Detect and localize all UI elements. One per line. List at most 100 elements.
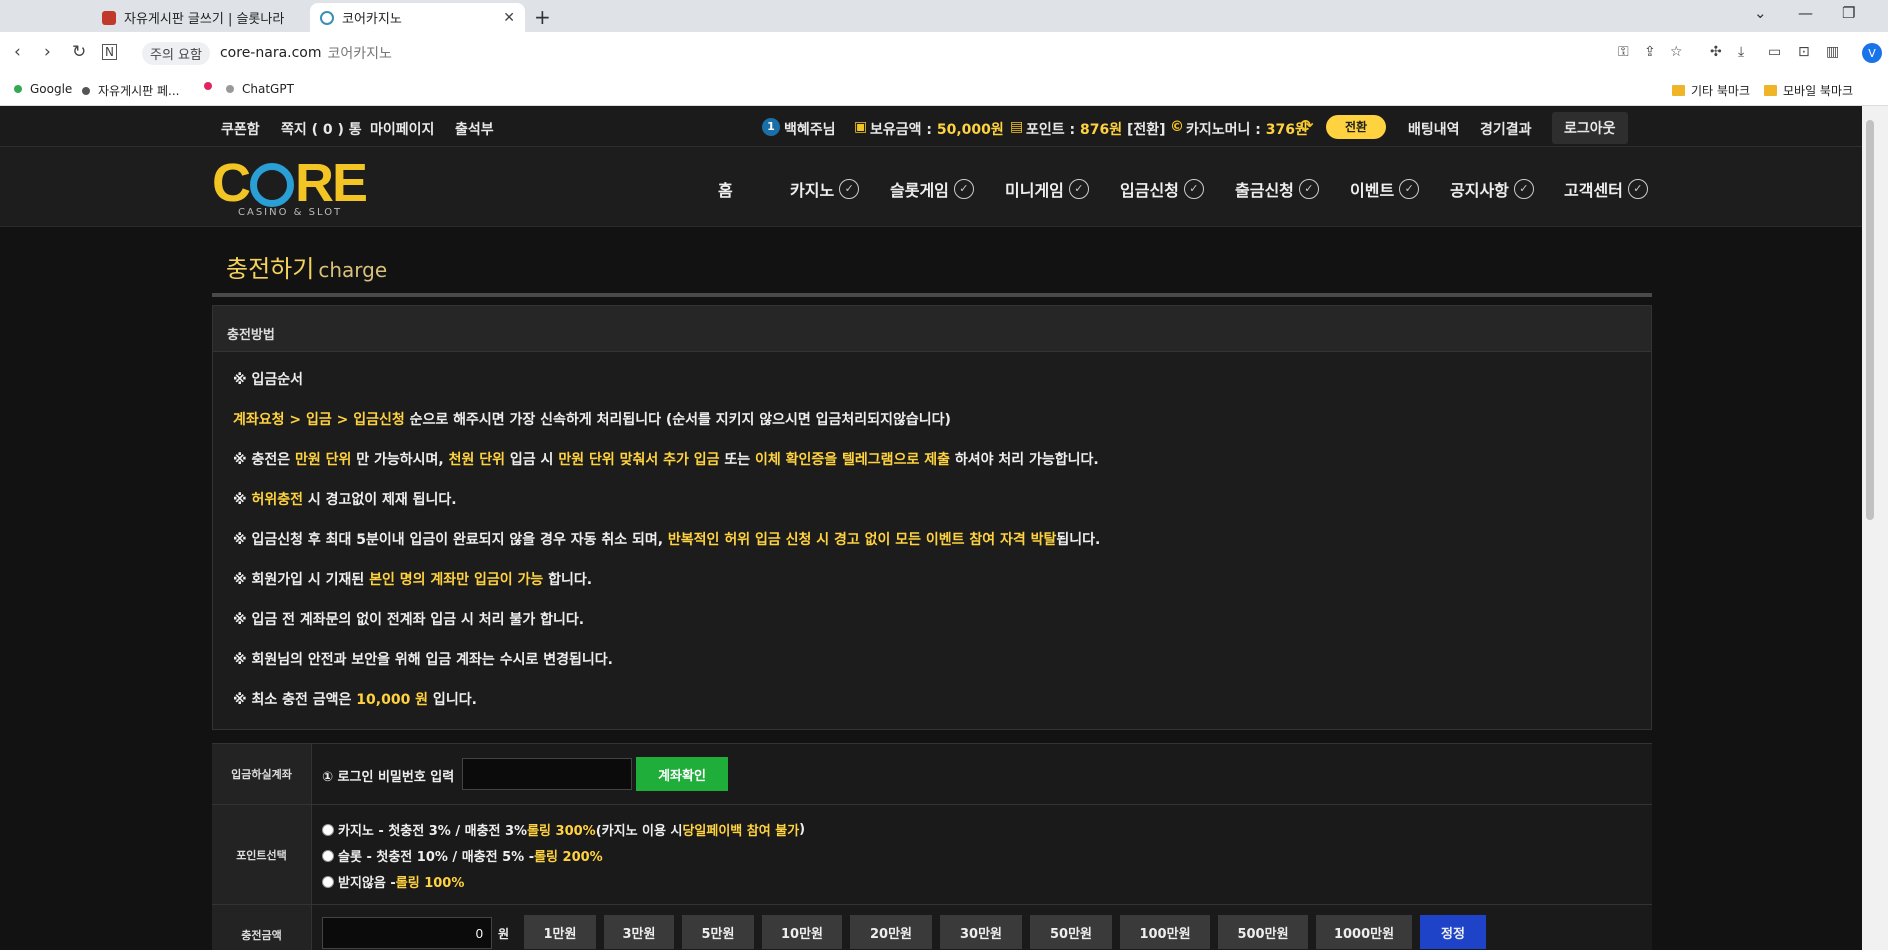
mypage-link[interactable]: 마이페이지 bbox=[370, 119, 434, 139]
nav-support[interactable]: 고객센터 ✓ bbox=[1564, 177, 1648, 201]
balance: 보유금액 : 50,000원 bbox=[870, 122, 1004, 138]
core-logo[interactable]: C RE CASINO & SLOT bbox=[212, 156, 372, 221]
download-icon[interactable]: ⤓ bbox=[1738, 44, 1744, 60]
password-input[interactable] bbox=[462, 758, 632, 790]
amount-100k-button[interactable]: 10만원 bbox=[762, 915, 842, 949]
bookmark-folder-mobile[interactable]: 모바일 북마크 bbox=[1764, 82, 1853, 99]
bookmark-chatgpt[interactable]: ChatGPT bbox=[226, 82, 294, 96]
bookmark-red[interactable] bbox=[204, 82, 220, 90]
reset-button[interactable]: 정정 bbox=[1420, 915, 1486, 949]
account-row: 입금하실계좌 ① 로그인 비밀번호 입력 계좌확인 bbox=[212, 743, 1652, 805]
point-option-casino[interactable]: 카지노 - 첫충전 3% / 매충전 3% 롤링 300% (카지노 이용 시 … bbox=[322, 820, 805, 839]
wallet-icon: ▣ bbox=[854, 119, 868, 135]
chevron-down-icon: ✓ bbox=[1183, 179, 1204, 199]
tab-corecasino[interactable]: 코어카지노 ✕ bbox=[310, 3, 525, 32]
nav-notice[interactable]: 공지사항 ✓ bbox=[1450, 177, 1534, 201]
minimize-icon[interactable]: — bbox=[1798, 4, 1813, 22]
point-icon: ▤ bbox=[1010, 119, 1024, 135]
point-convert-link[interactable]: [전환] bbox=[1127, 122, 1166, 138]
radio-button[interactable] bbox=[322, 823, 334, 836]
url-text: core-nara.com bbox=[219, 45, 322, 61]
chevron-down-icon: ✓ bbox=[839, 179, 860, 199]
chevron-down-icon: ✓ bbox=[1627, 179, 1648, 199]
amount-10m-button[interactable]: 1000만원 bbox=[1316, 915, 1412, 949]
amount-10k-button[interactable]: 1만원 bbox=[524, 915, 596, 949]
scrollbar-thumb[interactable] bbox=[1866, 120, 1874, 520]
tab-search-icon[interactable]: ⌄ bbox=[1754, 4, 1767, 22]
point-option-none[interactable]: 받지않음 - 롤링 100% bbox=[322, 872, 464, 891]
results-link[interactable]: 경기결과 bbox=[1480, 119, 1532, 139]
amount-input[interactable] bbox=[322, 917, 492, 949]
favorite-icon[interactable]: ☆ bbox=[1670, 44, 1683, 60]
tab-label: 자유게시판 글쓰기 | 슬롯나라 bbox=[124, 12, 285, 27]
chatgpt-icon bbox=[226, 85, 234, 93]
nav-home[interactable]: 홈 bbox=[718, 177, 733, 201]
title-divider bbox=[212, 293, 1652, 297]
amount-row: 충전금액 원 1만원 3만원 5만원 10만원 20만원 30만원 50만원 1… bbox=[212, 905, 1652, 950]
slot-favicon-icon bbox=[102, 10, 116, 25]
notice-line: ※ 입금 전 계좌문의 없이 전계좌 입금 시 처리 불가 합니다. bbox=[233, 612, 585, 628]
amount-500k-button[interactable]: 50만원 bbox=[1030, 915, 1112, 949]
point-option-slot[interactable]: 슬롯 - 첫충전 10% / 매충전 5% - 롤링 200% bbox=[322, 846, 603, 865]
amount-300k-button[interactable]: 30만원 bbox=[940, 915, 1022, 949]
nav-deposit[interactable]: 입금신청 ✓ bbox=[1120, 177, 1204, 201]
main-nav: C RE CASINO & SLOT 홈 카지노 ✓ 슬롯게임 ✓ 미니게임 ✓ 입금신… bbox=[0, 147, 1862, 227]
back-icon[interactable]: ‹ bbox=[14, 42, 21, 62]
refresh-icon[interactable]: ⟳ bbox=[1300, 116, 1313, 135]
omnibox[interactable]: 주의 요함 core-nara.com 코어카지노 bbox=[134, 38, 1684, 68]
bookmark-google[interactable]: Google bbox=[14, 82, 72, 96]
naver-icon[interactable]: N bbox=[102, 44, 117, 60]
user-top-bar: 쿠폰함 쪽지 ( 0 ) 통 마이페이지 출석부 1 백혜주님 ▣ 보유금액 :… bbox=[0, 106, 1862, 147]
nav-event[interactable]: 이벤트 ✓ bbox=[1350, 177, 1420, 201]
point-label: 포인트선택 bbox=[212, 805, 312, 904]
webpage: 쿠폰함 쪽지 ( 0 ) 통 마이페이지 출석부 1 백혜주님 ▣ 보유금액 :… bbox=[0, 106, 1862, 950]
amount-200k-button[interactable]: 20만원 bbox=[850, 915, 932, 949]
won-label: 원 bbox=[498, 927, 510, 941]
message-link[interactable]: 쪽지 ( 0 ) 통 bbox=[281, 119, 362, 139]
method-header: 충전방법 bbox=[213, 306, 1651, 352]
tab-slotnara[interactable]: 자유게시판 글쓰기 | 슬롯나라 bbox=[92, 3, 302, 32]
sidebar-icon[interactable]: ▥ bbox=[1826, 44, 1839, 60]
url-title: 코어카지노 bbox=[327, 46, 392, 62]
amount-50k-button[interactable]: 5만원 bbox=[682, 915, 754, 949]
extensions-icon[interactable]: ✣ bbox=[1710, 44, 1722, 60]
logout-button[interactable]: 로그아웃 bbox=[1552, 112, 1628, 144]
page-icon bbox=[82, 86, 90, 95]
account-check-button[interactable]: 계좌확인 bbox=[636, 757, 728, 791]
security-warning-badge[interactable]: 주의 요함 bbox=[142, 41, 210, 65]
forward-icon[interactable]: › bbox=[44, 42, 51, 62]
nav-withdraw[interactable]: 출금신청 ✓ bbox=[1235, 177, 1319, 201]
new-tab-icon[interactable]: + bbox=[534, 5, 551, 29]
bookmark-freeboard[interactable]: 자유게시판 페... bbox=[82, 82, 180, 99]
amount-30k-button[interactable]: 3만원 bbox=[604, 915, 674, 949]
notice-line: ※ 회원님의 안전과 보안을 위해 입금 계좌는 수시로 변경됩니다. bbox=[233, 652, 613, 668]
username: 백혜주님 bbox=[784, 122, 836, 138]
restore-icon[interactable]: ❐ bbox=[1842, 4, 1855, 22]
bookmark-folder-other[interactable]: 기타 북마크 bbox=[1672, 82, 1750, 99]
nav-minigame[interactable]: 미니게임 ✓ bbox=[1005, 177, 1089, 201]
amount-1m-button[interactable]: 100만원 bbox=[1120, 915, 1210, 949]
nav-slot[interactable]: 슬롯게임 ✓ bbox=[890, 177, 974, 201]
red-dot-icon bbox=[204, 82, 212, 90]
radio-button[interactable] bbox=[322, 849, 334, 862]
coupon-link[interactable]: 쿠폰함 bbox=[221, 119, 260, 139]
video-icon[interactable]: ▭ bbox=[1768, 44, 1781, 60]
chevron-down-icon: ✓ bbox=[1068, 179, 1089, 199]
profile-avatar[interactable]: V bbox=[1862, 43, 1882, 63]
bet-history-link[interactable]: 배팅내역 bbox=[1408, 119, 1460, 139]
close-tab-icon[interactable]: ✕ bbox=[503, 10, 515, 26]
share-icon[interactable]: ⇪ bbox=[1644, 44, 1656, 60]
point-row: 포인트선택 카지노 - 첫충전 3% / 매충전 3% 롤링 300% (카지노… bbox=[212, 805, 1652, 905]
attendance-link[interactable]: 출석부 bbox=[455, 119, 494, 139]
amount-label: 충전금액 bbox=[212, 905, 312, 950]
notice-line: ※ 입금신청 후 최대 5분이내 입금이 완료되지 않을 경우 자동 취소 되며… bbox=[233, 532, 1101, 548]
reload-icon[interactable]: ↻ bbox=[72, 42, 86, 62]
google-icon bbox=[14, 85, 22, 93]
screenshot-icon[interactable]: ⊡ bbox=[1798, 44, 1810, 60]
radio-button[interactable] bbox=[322, 875, 334, 888]
page-title: 충전하기 charge bbox=[226, 255, 388, 283]
amount-5m-button[interactable]: 500만원 bbox=[1218, 915, 1308, 949]
nav-casino[interactable]: 카지노 ✓ bbox=[790, 177, 860, 201]
key-icon[interactable]: ⚿ bbox=[1618, 44, 1629, 60]
convert-button[interactable]: 전환 bbox=[1326, 115, 1386, 139]
